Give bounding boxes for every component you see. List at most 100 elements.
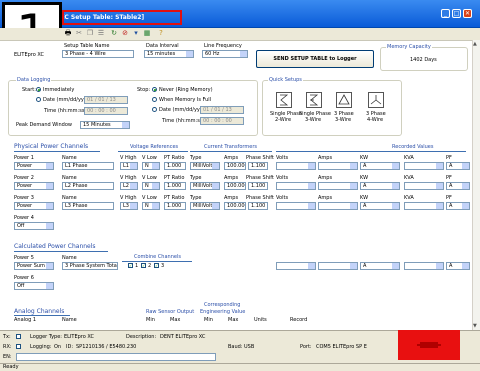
pf-select[interactable]: A (446, 182, 470, 190)
peak-demand-select[interactable]: 15 Minutes (80, 121, 130, 129)
help-icon[interactable]: ? (157, 29, 165, 37)
pf-select[interactable]: A (446, 162, 470, 170)
three-phase-3wire-icon[interactable] (336, 92, 352, 108)
power5-volts-select[interactable] (276, 262, 316, 270)
status-bar-text: Ready (3, 364, 19, 370)
stop-never-radio[interactable] (152, 87, 157, 92)
phase-shift-header: Phase Shift (246, 195, 274, 201)
power5-name-input[interactable]: 3 Phase System Total (62, 262, 118, 270)
ct-amps-input[interactable]: 100.000 (224, 182, 246, 190)
amps-header: Amps (224, 155, 239, 161)
data-interval-label: Data Interval (146, 43, 179, 49)
power5-amps-select[interactable] (318, 262, 358, 270)
stop-when-full-radio[interactable] (152, 97, 157, 102)
start-immediately-radio[interactable] (36, 87, 41, 92)
data-interval-select[interactable]: 15 minutes (144, 50, 194, 58)
start-time-input[interactable]: 00 : 00 : 00 (84, 107, 128, 115)
single-phase-2wire-line2: 2-Wire (275, 117, 292, 123)
scroll-down-icon[interactable]: ▼ (473, 323, 477, 329)
vlow-select[interactable]: N (142, 162, 160, 170)
volts-select[interactable] (276, 162, 316, 170)
kw-select[interactable]: A (360, 182, 400, 190)
power5-pf-select[interactable]: A (446, 262, 470, 270)
vhigh-select[interactable]: L3 (120, 202, 138, 210)
scroll-up-icon[interactable]: ▲ (473, 41, 477, 47)
copy-icon[interactable]: ❐ (86, 29, 94, 37)
setup-table-name-label: Setup Table Name (64, 43, 110, 49)
paste-icon[interactable]: ☰ (97, 29, 105, 37)
start-date-input[interactable]: 01 / 01 / 13 (84, 96, 128, 104)
refresh-icon[interactable]: ↻ (110, 29, 118, 37)
en-field (16, 353, 216, 361)
logger-type-value: ELITEpro XC (14, 52, 44, 58)
power5-mode-select[interactable]: Power Sum (14, 262, 54, 270)
kva-select[interactable] (404, 182, 444, 190)
kw-select[interactable]: A (360, 202, 400, 210)
kva-select[interactable] (404, 162, 444, 170)
physical-channels-underline (14, 151, 100, 152)
pf-select[interactable]: A (446, 202, 470, 210)
power6-select[interactable]: Off (14, 282, 54, 290)
combine-1-checkbox[interactable]: ✓ (128, 263, 133, 268)
power5-kw-select[interactable]: A (360, 262, 400, 270)
pf-header: PF (446, 155, 452, 161)
vlow-select[interactable]: N (142, 202, 160, 210)
volts-select[interactable] (276, 202, 316, 210)
start-date-radio[interactable] (36, 97, 41, 102)
ct-amps-input[interactable]: 100.000 (224, 162, 246, 170)
minimize-button[interactable]: _ (441, 9, 450, 18)
channel-name-input[interactable]: L3 Phase (62, 202, 114, 210)
power-mode-select[interactable]: Power (14, 202, 54, 210)
combine-3-label: 3 (161, 263, 165, 269)
ptratio-input[interactable]: 1.000 (164, 182, 186, 190)
phase-shift-input[interactable]: 1.100 (248, 202, 268, 210)
printer-icon[interactable]: 🖶 (64, 29, 72, 37)
stop-label: Stop: (137, 87, 151, 93)
amps-select[interactable] (318, 182, 358, 190)
power4-select[interactable]: Off (14, 222, 54, 230)
table-icon[interactable]: ▦ (143, 29, 151, 37)
vhigh-select[interactable]: L2 (120, 182, 138, 190)
power-mode-select[interactable]: Power (14, 182, 54, 190)
vlow-select[interactable]: N (142, 182, 160, 190)
send-setup-table-button[interactable]: SEND SETUP TABLE to Logger (256, 50, 374, 68)
power-mode-select[interactable]: Power (14, 162, 54, 170)
three-phase-4wire-icon[interactable] (368, 92, 384, 108)
stop-icon[interactable]: ⊘ (121, 29, 129, 37)
single-phase-2wire-icon[interactable] (276, 92, 292, 108)
ct-type-select[interactable]: MilliVolt (190, 202, 220, 210)
stop-time-input[interactable]: 00 : 00 : 00 (200, 117, 244, 125)
single-phase-3wire-icon[interactable] (306, 92, 322, 108)
ct-type-select[interactable]: MilliVolt (190, 162, 220, 170)
ct-amps-input[interactable]: 100.000 (224, 202, 246, 210)
raw-min-label: Min (146, 317, 155, 323)
channel-name-input[interactable]: L2 Phase (62, 182, 114, 190)
vhigh-select[interactable]: L1 (120, 162, 138, 170)
cut-icon[interactable]: ✂ (75, 29, 83, 37)
power5-kva-select[interactable] (404, 262, 444, 270)
combine-2-checkbox[interactable]: ✓ (141, 263, 146, 268)
phase-shift-input[interactable]: 1.100 (248, 162, 268, 170)
combine-3-checkbox[interactable]: ✓ (154, 263, 159, 268)
kw-select[interactable]: A (360, 162, 400, 170)
voltage-references-title: Voltage References (130, 144, 179, 150)
phase-shift-input[interactable]: 1.100 (248, 182, 268, 190)
setup-table-name-input[interactable]: 3 Phase - 4 Wire (62, 50, 134, 58)
close-button[interactable]: ✕ (463, 9, 472, 18)
vertical-scrollbar[interactable] (472, 40, 480, 330)
device-photo-redacted (398, 330, 460, 360)
line-frequency-select[interactable]: 60 Hz (202, 50, 248, 58)
stop-date-input[interactable]: 01 / 01 / 13 (200, 106, 244, 114)
maximize-button[interactable]: □ (452, 9, 461, 18)
channel-name-input[interactable]: L1 Phase (62, 162, 114, 170)
amps-select[interactable] (318, 162, 358, 170)
ct-type-select[interactable]: MilliVolt (190, 182, 220, 190)
stop-date-radio[interactable] (152, 107, 157, 112)
ptratio-input[interactable]: 1.000 (164, 202, 186, 210)
volts-select[interactable] (276, 182, 316, 190)
ptratio-input[interactable]: 1.000 (164, 162, 186, 170)
amps-select[interactable] (318, 202, 358, 210)
kva-select[interactable] (404, 202, 444, 210)
save-icon[interactable]: ▾ (132, 29, 140, 37)
power-label: Power 2 (14, 175, 34, 181)
